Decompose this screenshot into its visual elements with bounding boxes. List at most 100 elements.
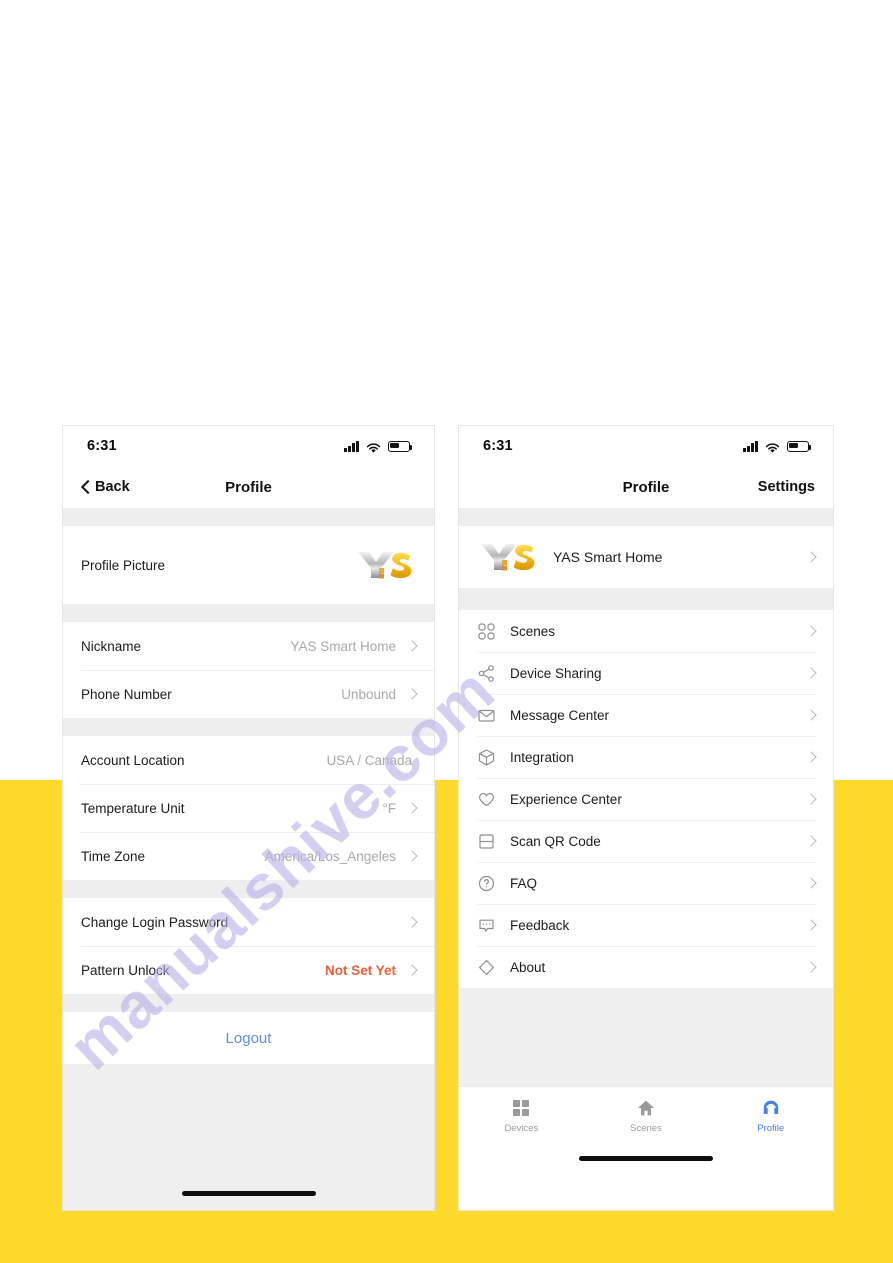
section-security: Change Login Password Pattern Unlock Not… [63, 898, 434, 994]
account-name: YAS Smart Home [553, 549, 663, 565]
section-gap [63, 604, 434, 622]
section-gap [459, 508, 833, 526]
row-account-location[interactable]: Account Location USA / Canada [63, 736, 434, 784]
cellular-signal-icon [344, 440, 359, 452]
menu-item-about[interactable]: About [459, 946, 833, 988]
row-label: Change Login Password [81, 914, 229, 930]
share-icon [477, 664, 496, 683]
bottom-filler-left [63, 1064, 434, 1210]
status-icons [743, 440, 812, 453]
wifi-icon [366, 441, 381, 453]
envelope-icon [477, 706, 496, 725]
heart-icon [477, 790, 496, 809]
wifi-icon [765, 441, 780, 453]
chevron-right-icon [807, 551, 815, 564]
chevron-right-icon [408, 964, 416, 977]
home-icon [636, 1098, 656, 1118]
phone-screen-left: 6:31 Profile Back Profile Picture Nickna… [62, 425, 435, 1211]
status-icons [344, 440, 413, 453]
menu-item-label: Integration [510, 749, 574, 765]
section-gap [63, 718, 434, 736]
menu-item-faq[interactable]: FAQ [459, 862, 833, 904]
menu-list: Scenes Device Sharing Message Center Int… [459, 610, 833, 988]
row-profile-picture[interactable]: Profile Picture [63, 526, 434, 604]
chevron-right-icon [807, 667, 815, 680]
chevron-right-icon [408, 688, 416, 701]
tab-profile[interactable]: Profile [708, 1087, 833, 1144]
row-label: Profile Picture [81, 557, 166, 573]
row-label: Time Zone [81, 848, 146, 864]
section-account-basics: Nickname YAS Smart Home Phone Number Unb… [63, 622, 434, 718]
menu-item-label: FAQ [510, 875, 538, 891]
menu-item-label: Feedback [510, 917, 570, 933]
settings-button[interactable]: Settings [758, 479, 815, 495]
menu-item-label: Device Sharing [510, 665, 602, 681]
row-value: Unbound [341, 686, 396, 702]
logout-label: Logout [225, 1029, 272, 1047]
feedback-bubble-icon [477, 916, 496, 935]
menu-item-message-center[interactable]: Message Center [459, 694, 833, 736]
menu-item-label: Scan QR Code [510, 833, 601, 849]
cellular-signal-icon [743, 440, 758, 452]
avatar [354, 548, 416, 582]
home-indicator-wrap [459, 1144, 833, 1172]
chevron-right-icon [807, 751, 815, 764]
row-account[interactable]: YAS Smart Home [459, 526, 833, 588]
row-value: Not Set Yet [324, 962, 396, 978]
battery-icon [388, 440, 413, 452]
menu-item-label: Message Center [510, 707, 610, 723]
status-time: 6:31 [87, 438, 117, 454]
menu-item-label: Scenes [510, 623, 556, 639]
chevron-right-icon [408, 916, 416, 929]
tab-devices[interactable]: Devices [459, 1087, 584, 1144]
bottom-filler-right [459, 988, 833, 1086]
chevron-right-icon [807, 877, 815, 890]
row-phone-number[interactable]: Phone Number Unbound [63, 670, 434, 718]
question-circle-icon [477, 874, 496, 893]
phone-screen-right: 6:31 Profile Settings YAS Smart Home Sce… [458, 425, 834, 1211]
nav-bar-left: Profile Back [63, 466, 434, 508]
home-indicator[interactable] [181, 1190, 316, 1196]
menu-item-experience-center[interactable]: Experience Center [459, 778, 833, 820]
yellow-frame-gap [435, 780, 458, 1211]
chevron-right-icon [807, 793, 815, 806]
row-temperature-unit[interactable]: Temperature Unit °F [63, 784, 434, 832]
headset-icon [761, 1098, 781, 1118]
menu-item-integration[interactable]: Integration [459, 736, 833, 778]
chevron-right-icon [807, 625, 815, 638]
battery-icon [787, 440, 812, 452]
cube-icon [477, 748, 496, 767]
yas-logo-icon [354, 548, 416, 582]
row-nickname[interactable]: Nickname YAS Smart Home [63, 622, 434, 670]
row-value: America/Los_Angeles [264, 848, 396, 864]
back-button[interactable]: Back [81, 479, 130, 495]
home-indicator[interactable] [579, 1155, 713, 1161]
chevron-right-icon [807, 709, 815, 722]
tab-bar: Devices Scenes Profile [459, 1086, 833, 1144]
row-label: Phone Number [81, 686, 172, 702]
row-change-login-password[interactable]: Change Login Password [63, 898, 434, 946]
menu-item-label: About [510, 959, 546, 975]
yellow-frame-bottom [0, 1211, 893, 1263]
row-time-zone[interactable]: Time Zone America/Los_Angeles [63, 832, 434, 880]
section-profile-picture: Profile Picture [63, 526, 434, 604]
menu-item-device-sharing[interactable]: Device Sharing [459, 652, 833, 694]
chevron-right-icon [807, 919, 815, 932]
menu-item-scenes[interactable]: Scenes [459, 610, 833, 652]
yellow-frame-right [834, 780, 893, 1263]
scan-lines-icon [477, 832, 496, 851]
tab-scenes[interactable]: Scenes [584, 1087, 709, 1144]
menu-item-scan-qr-code[interactable]: Scan QR Code [459, 820, 833, 862]
row-value: USA / Canada [326, 752, 412, 768]
row-pattern-unlock[interactable]: Pattern Unlock Not Set Yet [63, 946, 434, 994]
section-gap [63, 508, 434, 526]
logout-button[interactable]: Logout [63, 1012, 434, 1064]
yas-logo-icon [477, 540, 539, 574]
tab-label: Scenes [630, 1122, 662, 1134]
chevron-right-icon [807, 835, 815, 848]
row-value: °F [382, 800, 396, 816]
section-gap [63, 880, 434, 898]
status-bar-right: 6:31 [459, 426, 833, 466]
row-label: Pattern Unlock [81, 962, 170, 978]
menu-item-feedback[interactable]: Feedback [459, 904, 833, 946]
